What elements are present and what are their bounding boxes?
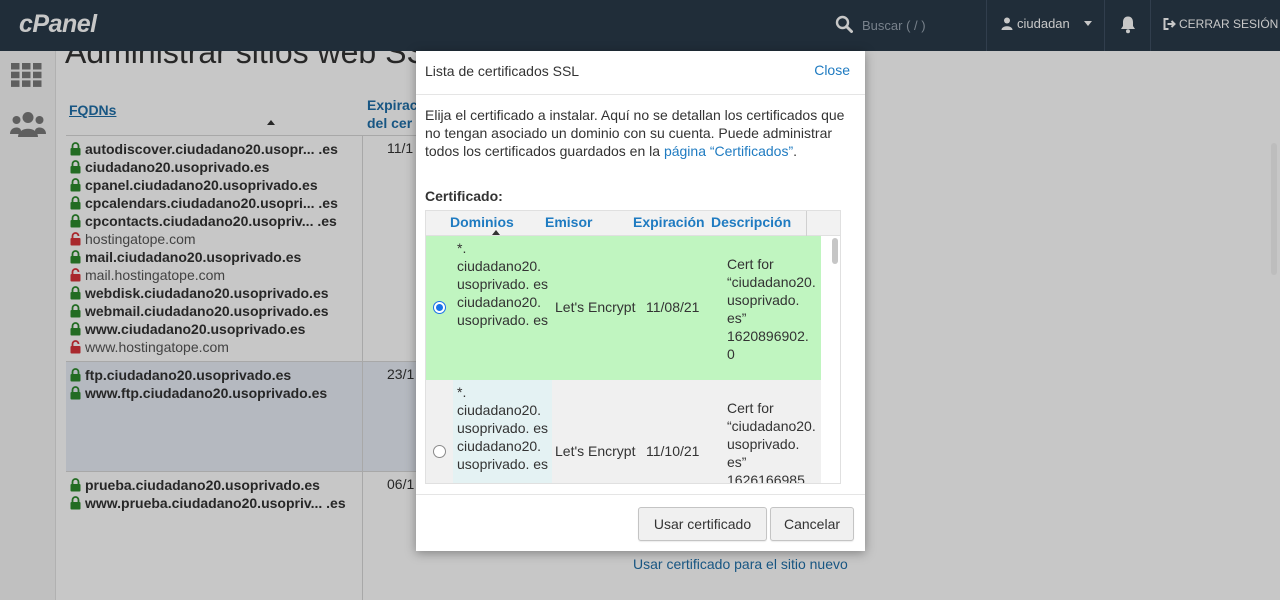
header-divider	[806, 211, 807, 236]
certificate-issuer: Let's Encrypt	[555, 299, 636, 315]
page-scrollbar[interactable]	[1271, 143, 1277, 275]
column-header-expiration[interactable]: Expiración	[633, 214, 705, 230]
dialog-footer: Usar certificado Cancelar	[416, 494, 865, 551]
description-end: .	[793, 143, 797, 159]
dialog-header: Lista de certificados SSL Close	[416, 51, 865, 95]
column-header-description[interactable]: Descripción	[711, 214, 791, 230]
table-scrollbar[interactable]	[832, 238, 838, 264]
certificate-radio[interactable]	[433, 445, 446, 458]
certificate-domains: *. ciudadano20. usoprivado. es ciudadano…	[457, 384, 549, 472]
certificate-description: Cert for “ciudadano20. usoprivado. es” 1…	[727, 400, 816, 484]
certificate-issuer: Let's Encrypt	[555, 443, 636, 459]
certificate-expiration: 11/08/21	[646, 299, 700, 315]
certificate-radio[interactable]	[433, 301, 446, 314]
dialog-title: Lista de certificados SSL	[425, 63, 580, 79]
certificate-row[interactable]: *. ciudadano20. usoprivado. es ciudadano…	[426, 380, 821, 484]
certificate-table: Dominios Emisor Expiración Descripción *…	[425, 210, 841, 484]
certificate-row[interactable]: *. ciudadano20. usoprivado. es ciudadano…	[426, 236, 821, 380]
use-certificate-button[interactable]: Usar certificado	[638, 507, 767, 541]
column-header-domains[interactable]: Dominios	[450, 214, 514, 230]
certificate-domains: *. ciudadano20. usoprivado. es ciudadano…	[457, 240, 549, 328]
dialog-description: Elija el certificado a instalar. Aquí no…	[425, 106, 850, 160]
sort-up-icon	[492, 230, 500, 235]
certificate-description: Cert for “ciudadano20. usoprivado. es” 1…	[727, 256, 816, 362]
certificates-page-link[interactable]: página “Certificados”	[664, 143, 793, 159]
close-button[interactable]: Close	[814, 62, 850, 78]
column-header-issuer[interactable]: Emisor	[545, 214, 592, 230]
certificate-table-header: Dominios Emisor Expiración Descripción	[426, 211, 840, 236]
certificate-label: Certificado:	[425, 188, 503, 204]
cancel-button[interactable]: Cancelar	[770, 507, 854, 541]
certificate-expiration: 11/10/21	[646, 443, 700, 459]
ssl-certificate-list-dialog: Lista de certificados SSL Close Elija el…	[416, 51, 865, 551]
